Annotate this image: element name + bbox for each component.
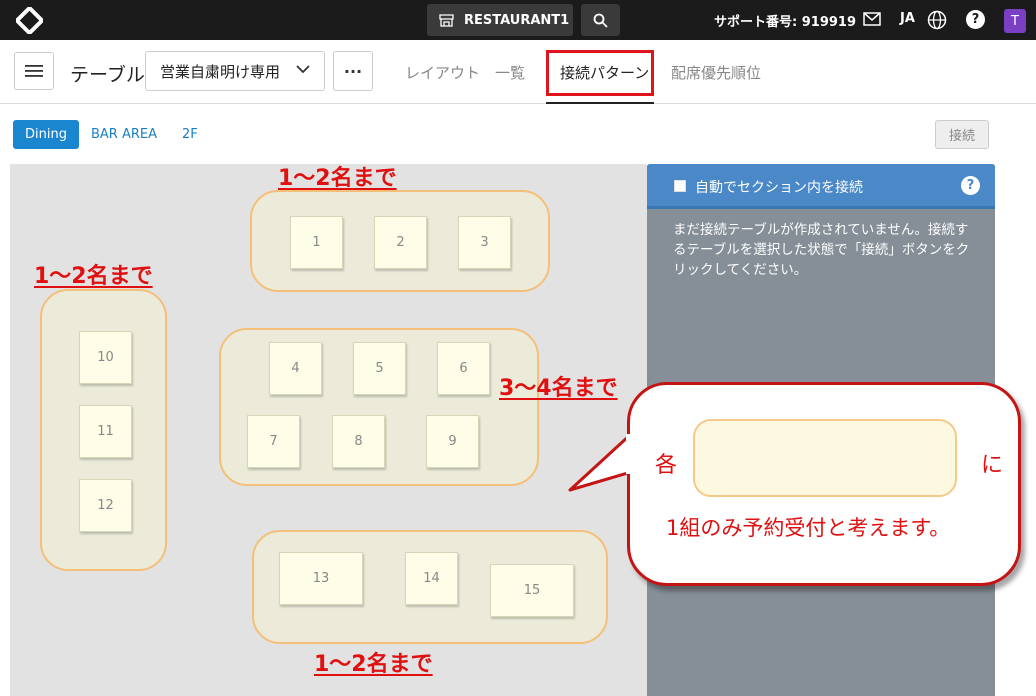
menu-button[interactable] [14,52,54,90]
tab-highlight-box [546,50,654,96]
table-14[interactable]: 14 [405,552,458,605]
table-5[interactable]: 5 [353,342,406,395]
table-13[interactable]: 13 [279,552,363,605]
table-10[interactable]: 10 [79,331,132,384]
tab-seating-priority[interactable]: 配席優先順位 [671,62,761,83]
table-6[interactable]: 6 [437,342,490,395]
table-1[interactable]: 1 [290,216,343,269]
avatar[interactable]: T [1004,9,1026,33]
mail-icon[interactable] [863,12,881,26]
table-4[interactable]: 4 [269,342,322,395]
callout-prefix: 各 [655,453,678,478]
language-label[interactable]: JA [900,11,915,26]
callout-placeholder-box [693,419,957,497]
section-tab-2f[interactable]: 2F [170,120,210,149]
app-logo-icon[interactable] [16,7,43,34]
section-tab-dining[interactable]: Dining [13,120,79,149]
panel-help-icon[interactable]: ? [961,176,980,195]
auto-connect-label[interactable]: 自動でセクション内を接続 [695,177,863,197]
tab-underline [546,102,654,104]
auto-connect-checkbox[interactable] [674,180,686,192]
table-7[interactable]: 7 [247,415,300,468]
tab-layout[interactable]: レイアウト [405,62,480,83]
callout-suffix: に [981,453,1004,478]
hamburger-icon [25,65,43,77]
table-2[interactable]: 2 [374,216,427,269]
section-tab-bar-area[interactable]: BAR AREA [79,120,169,149]
callout-text: 1組のみ予約受付と考えます。 [666,516,951,540]
page-header: テーブル 営業自粛明け専用 ··· レイアウト 一覧 接続パターン 配席優先順位 [0,40,1036,104]
callout-tail-cover [626,434,638,474]
restaurant-selector-button[interactable]: RESTAURANT1 [427,4,573,36]
more-button[interactable]: ··· [333,51,373,91]
page-title: テーブル [70,64,145,86]
empty-state-message: まだ接続テーブルが作成されていません。接続するテーブルを選択した状態で「接続」ボ… [673,222,970,278]
layout-dropdown[interactable]: 営業自粛明け専用 [145,51,325,91]
connect-button[interactable]: 接続 [935,120,989,149]
tab-list[interactable]: 一覧 [495,62,525,83]
globe-icon[interactable] [927,10,947,30]
table-11[interactable]: 11 [79,405,132,458]
capacity-note-middle: 3～4名まで [499,376,618,401]
top-bar: RESTAURANT1 サポート番号: 919919 JA ? T [0,0,1036,40]
search-button[interactable] [581,4,620,36]
panel-header: 自動でセクション内を接続 ? [647,164,995,209]
help-icon[interactable]: ? [966,10,985,29]
capacity-note-left: 1～2名まで [34,264,153,289]
store-icon [439,13,454,27]
chevron-down-icon [296,65,310,74]
table-3[interactable]: 3 [458,216,511,269]
table-9[interactable]: 9 [426,415,479,468]
floor-canvas[interactable]: 1 2 3 4 5 6 7 8 9 10 11 12 13 14 15 1～2名… [10,164,647,696]
table-12[interactable]: 12 [79,479,132,532]
table-8[interactable]: 8 [332,415,385,468]
capacity-note-bottom: 1～2名まで [314,652,433,677]
capacity-note-top: 1～2名まで [278,166,397,191]
table-15[interactable]: 15 [490,564,574,617]
search-icon [593,13,608,28]
dropdown-value: 営業自粛明け専用 [160,62,281,81]
restaurant-name: RESTAURANT1 [464,12,570,28]
support-number: サポート番号: 919919 [714,15,856,30]
